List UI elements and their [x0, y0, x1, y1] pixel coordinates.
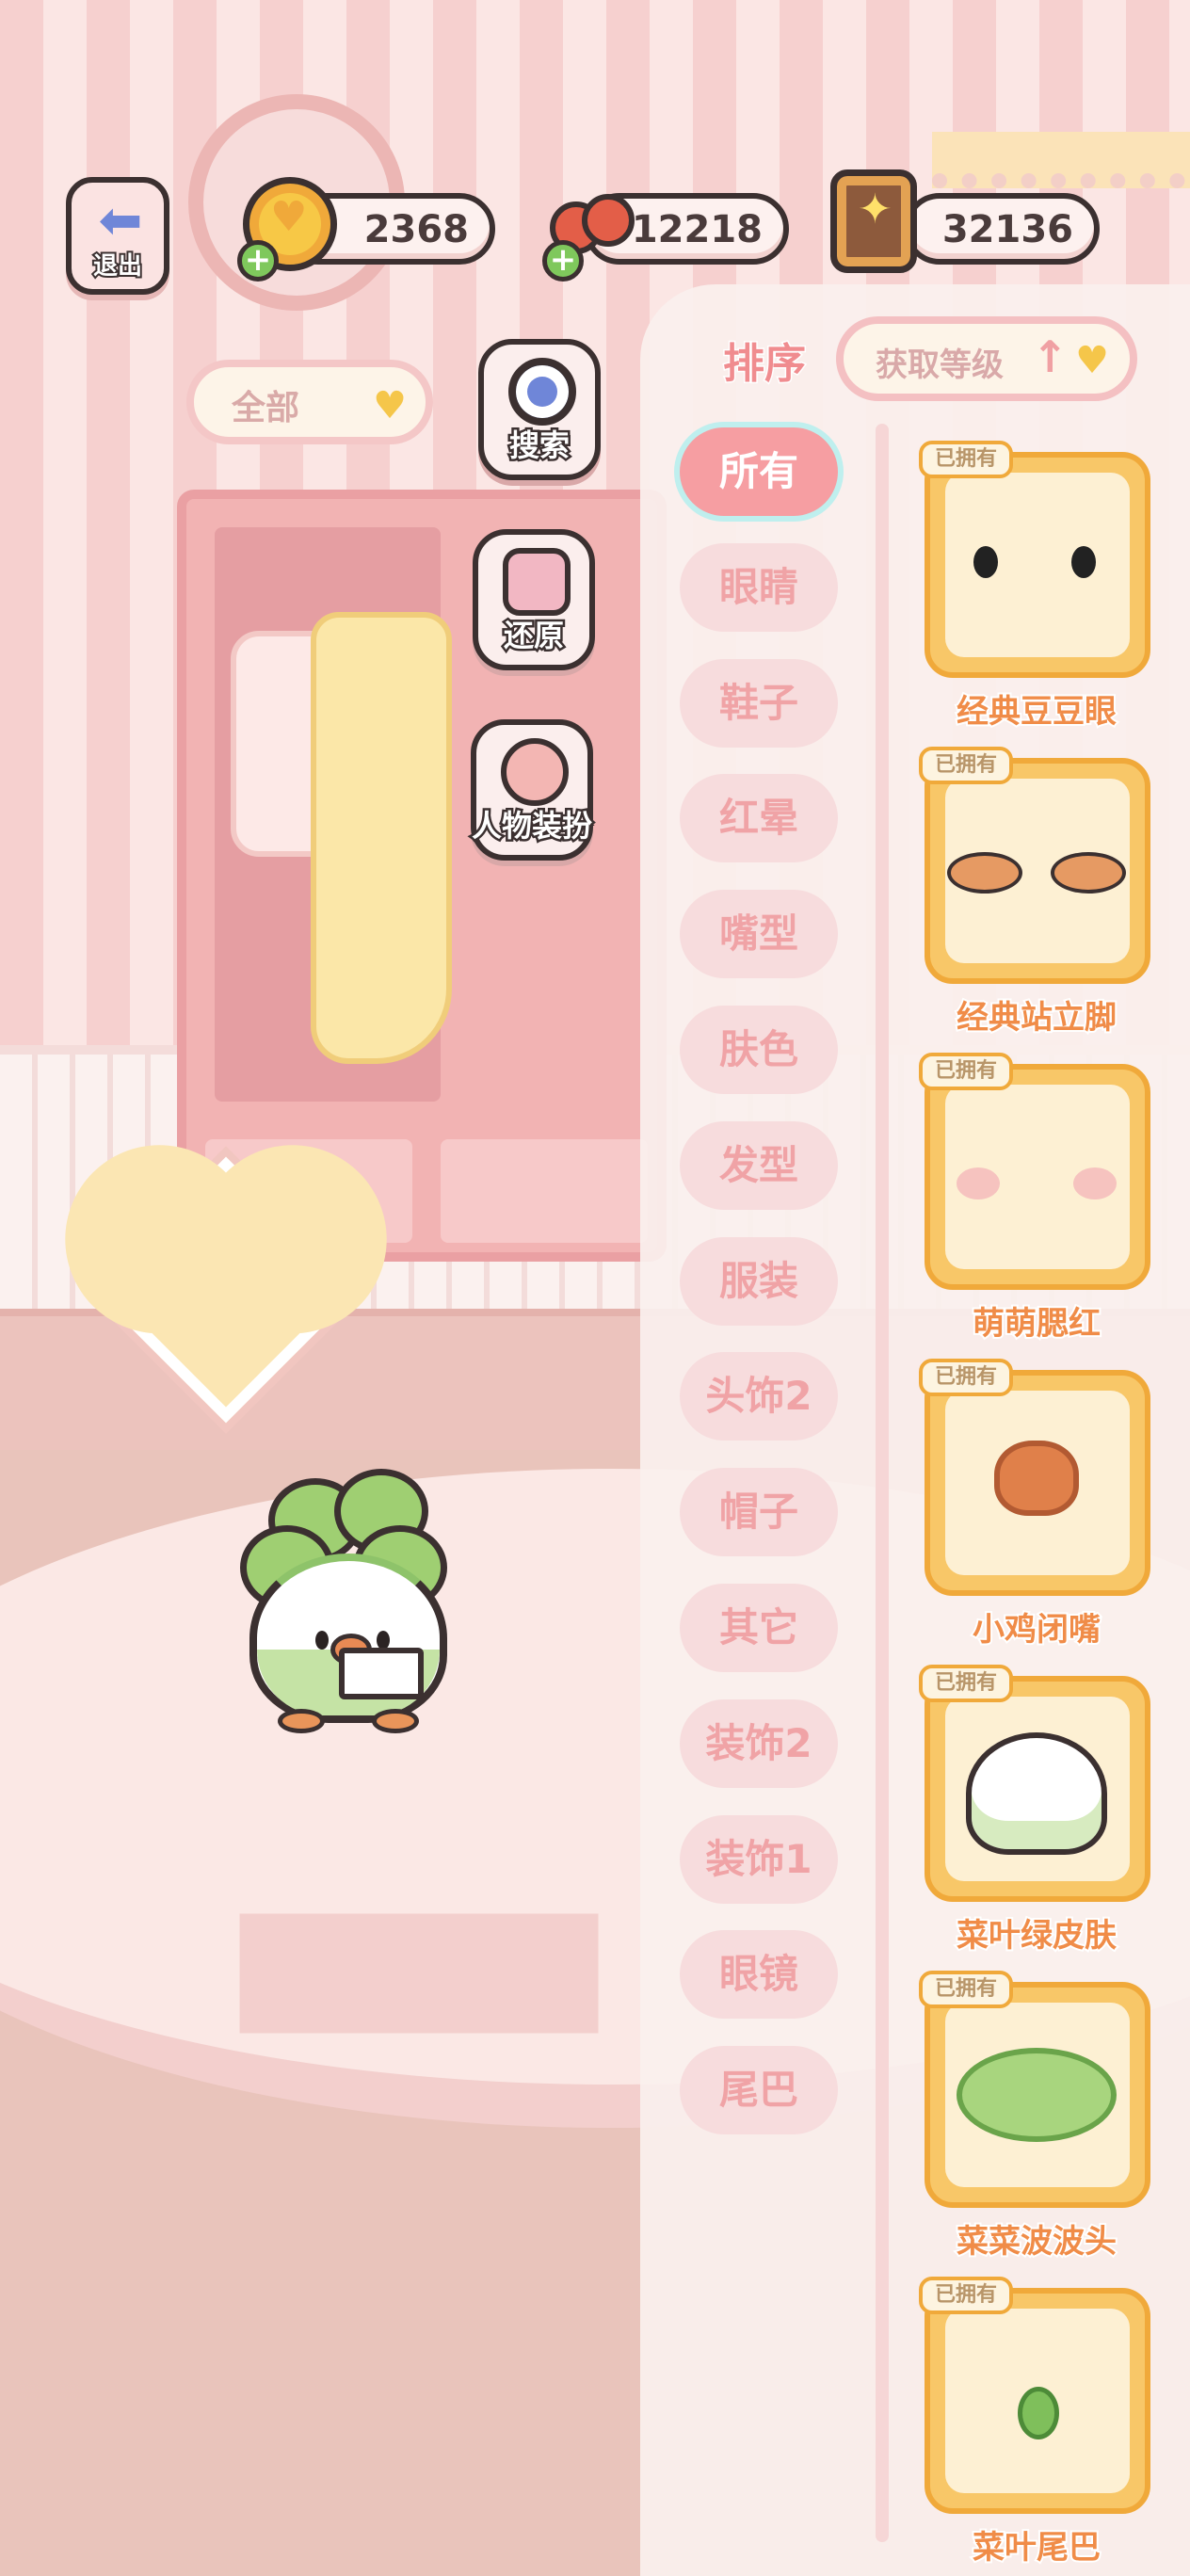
item-name: 小鸡闭嘴: [971, 1609, 1102, 1650]
item-name: 菜菜波波头: [955, 2221, 1118, 2262]
category-tab[interactable]: 其它: [680, 1584, 838, 1672]
category-tab[interactable]: 红晕: [680, 774, 838, 862]
owned-badge: 已拥有: [919, 747, 1013, 784]
character-preview[interactable]: [240, 1469, 457, 1733]
owned-badge: 已拥有: [919, 1665, 1013, 1702]
category-tab[interactable]: 头饰2: [680, 1352, 838, 1441]
item-card[interactable]: 已拥有菜菜波波头: [919, 1971, 1154, 2264]
item-card[interactable]: 已拥有萌萌腮红: [919, 1053, 1154, 1346]
lettuce-hair-icon: [957, 2048, 1117, 2142]
hanging-dress: [311, 612, 452, 1064]
search-label: 搜索: [507, 426, 571, 466]
book-value: 32136: [941, 208, 1073, 251]
item-name: 经典站立脚: [955, 997, 1118, 1038]
panel-divider: [876, 424, 889, 2542]
exit-label: 退出: [91, 250, 144, 282]
item-card[interactable]: 已拥有经典站立脚: [919, 747, 1154, 1040]
sort-title: 排序: [722, 339, 808, 390]
item-card[interactable]: 已拥有小鸡闭嘴: [919, 1359, 1154, 1652]
owned-badge: 已拥有: [919, 1971, 1013, 2008]
dressup-label: 人物装扮: [469, 806, 594, 846]
category-tab[interactable]: 肤色: [680, 1006, 838, 1094]
arrow-up-icon: ↑: [1032, 331, 1069, 382]
chick-beak-icon: [994, 1441, 1079, 1516]
clothes-icon: [503, 548, 571, 616]
sort-dropdown[interactable]: 获取等级 ↑ ♥: [836, 316, 1137, 401]
back-arrow-icon: ⬅: [98, 190, 143, 251]
girl-avatar-icon: [501, 738, 569, 806]
category-tab[interactable]: 鞋子: [680, 659, 838, 748]
add-coins-button[interactable]: +: [237, 240, 279, 282]
character-dressup-button[interactable]: 人物装扮: [469, 719, 595, 861]
blush-icon: [957, 1167, 1117, 1205]
category-tab[interactable]: 嘴型: [680, 890, 838, 978]
heart-icon: ♥: [1075, 339, 1109, 382]
item-card[interactable]: 已拥有菜叶绿皮肤: [919, 1665, 1154, 1958]
owned-badge: 已拥有: [919, 441, 1013, 478]
heart-icon: ♥: [373, 384, 407, 427]
category-tab[interactable]: 装饰1: [680, 1815, 838, 1904]
bean-eyes-icon: [973, 546, 1096, 578]
owned-badge: 已拥有: [919, 1053, 1013, 1090]
item-card[interactable]: 已拥有菜叶尾巴: [919, 2277, 1154, 2570]
sort-option: 获取等级: [876, 346, 1004, 384]
category-tab[interactable]: 所有: [680, 427, 838, 516]
book-counter: 32136: [904, 193, 1100, 265]
filter-dropdown[interactable]: 全部 ♥: [186, 360, 433, 444]
category-tab[interactable]: 尾巴: [680, 2046, 838, 2134]
book-icon: [830, 169, 917, 273]
leaf-tail-icon: [1018, 2387, 1059, 2439]
awning-decoration: [932, 132, 1190, 188]
owned-badge: 已拥有: [919, 1359, 1013, 1396]
category-tab[interactable]: 发型: [680, 1121, 838, 1210]
white-skin-icon: [966, 1732, 1107, 1855]
filter-label: 全部: [232, 389, 300, 427]
exit-button[interactable]: ⬅ 退出: [66, 177, 169, 295]
category-tab[interactable]: 装饰2: [680, 1699, 838, 1788]
category-tab[interactable]: 眼镜: [680, 1930, 838, 2019]
item-name: 菜叶尾巴: [971, 2527, 1102, 2568]
item-name: 萌萌腮红: [971, 1303, 1102, 1344]
search-button[interactable]: 搜索: [478, 339, 601, 480]
item-name: 经典豆豆眼: [955, 691, 1118, 733]
category-tab[interactable]: 眼睛: [680, 543, 838, 632]
category-tab[interactable]: 服装: [680, 1237, 838, 1326]
add-cherries-button[interactable]: +: [542, 240, 584, 282]
reset-label: 还原: [501, 616, 566, 656]
cherry-value: 12218: [631, 208, 763, 251]
standing-feet-icon: [947, 852, 1126, 899]
category-tab[interactable]: 帽子: [680, 1468, 838, 1556]
item-name: 菜叶绿皮肤: [955, 1915, 1118, 1956]
reset-button[interactable]: 还原: [473, 529, 595, 670]
item-card[interactable]: 已拥有经典豆豆眼: [919, 441, 1154, 734]
owned-badge: 已拥有: [919, 2277, 1013, 2314]
coin-value: 2368: [363, 208, 469, 251]
magnifier-icon: [508, 358, 576, 426]
